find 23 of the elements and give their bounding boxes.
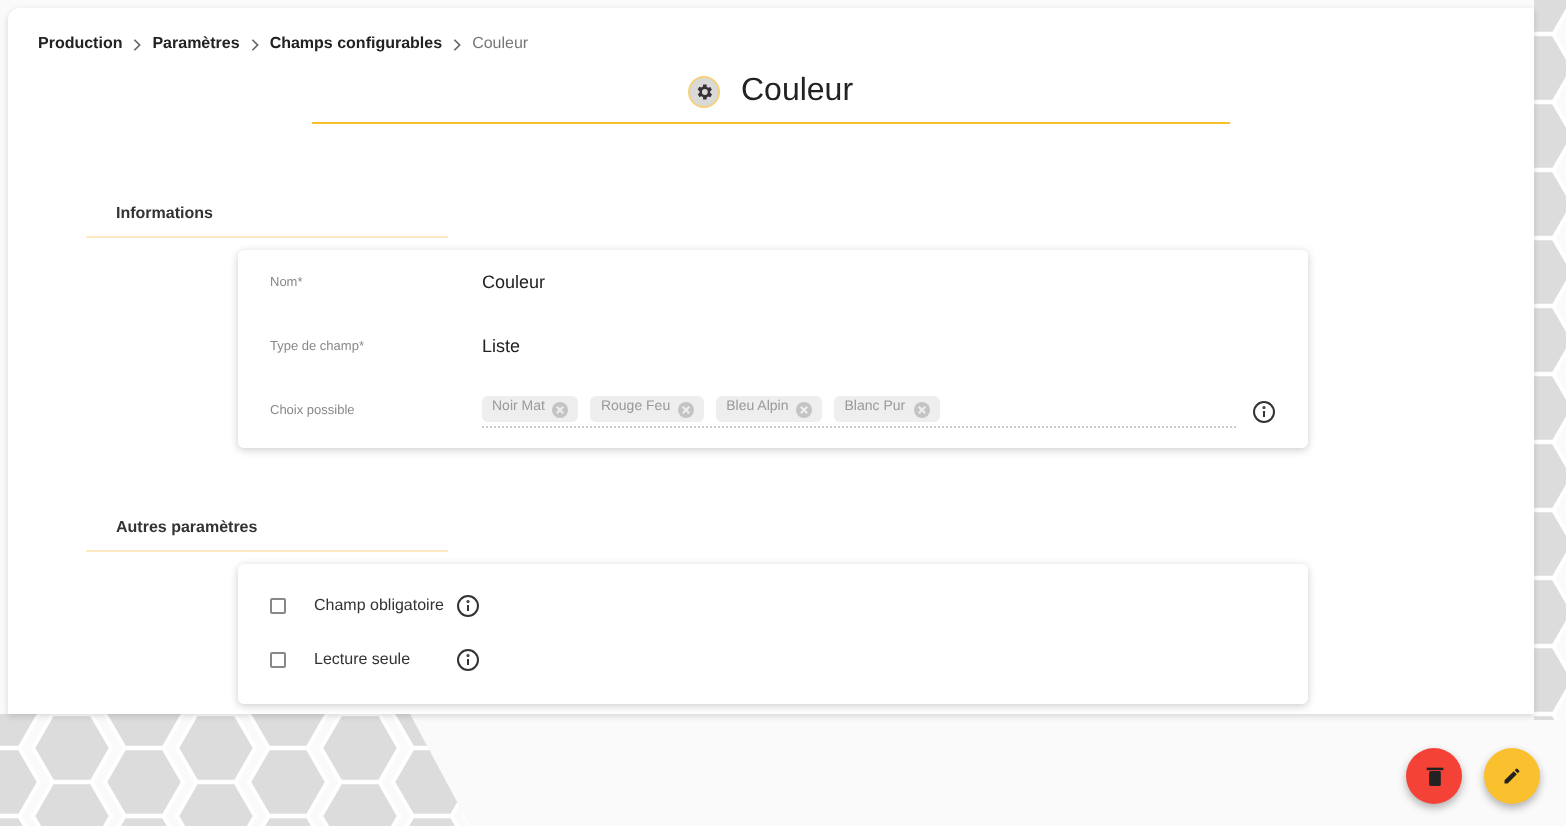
breadcrumb-link[interactable]: Champs configurables (269, 32, 443, 56)
info-icon[interactable] (456, 594, 480, 618)
edit-button[interactable] (1484, 748, 1540, 804)
chevron-icon (132, 37, 143, 51)
field-value: Liste (482, 334, 521, 361)
checkbox[interactable] (270, 598, 286, 614)
info-icon[interactable] (1252, 400, 1276, 424)
breadcrumb-link[interactable]: Paramètres (152, 32, 240, 56)
chevron-icon (249, 37, 260, 51)
trash-icon (1425, 766, 1443, 786)
section-heading: Informations (116, 204, 213, 222)
checkbox-label: Champ obligatoire (314, 594, 446, 618)
page-title: Couleur (740, 72, 854, 112)
chevron-icon (452, 37, 463, 51)
pencil-icon (1502, 766, 1522, 786)
checkbox[interactable] (270, 652, 286, 668)
section-heading: Autres paramètres (116, 518, 258, 536)
field-value: Couleur (482, 270, 546, 297)
gear-icon (688, 76, 721, 108)
checkbox-label: Lecture seule (314, 648, 413, 672)
delete-button[interactable] (1406, 748, 1462, 804)
info-icon[interactable] (456, 648, 480, 672)
breadcrumb-link[interactable]: Production (38, 32, 123, 56)
